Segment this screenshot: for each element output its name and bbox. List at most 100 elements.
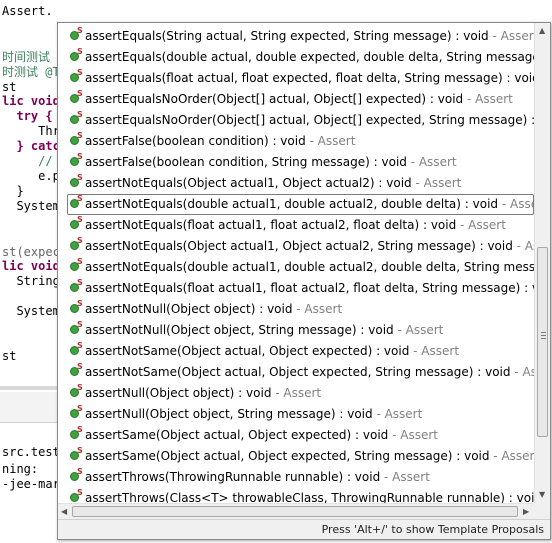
method-signature: assertThrows(ThrowingRunnable runnable) … (85, 470, 381, 484)
proposal-text: assertThrows(ThrowingRunnable runnable) … (85, 467, 430, 488)
proposal-item[interactable]: SassertFalse(boolean condition) : void -… (58, 131, 534, 152)
proposal-text: assertFalse(boolean condition, String me… (85, 152, 457, 173)
proposal-item[interactable]: SassertNotSame(Object actual, Object exp… (58, 362, 534, 383)
method-signature: assertEquals(double actual, double expec… (85, 50, 534, 64)
declaring-class: - Assert (388, 428, 439, 442)
grip-line (541, 338, 546, 339)
proposal-text: assertNull(Object object) : void - Asser… (85, 383, 321, 404)
code-line: Assert. (2, 4, 53, 18)
proposal-item[interactable]: SassertEquals(String actual, String expe… (58, 26, 534, 47)
declaring-class: - Assert (501, 197, 534, 211)
static-marker-icon: S (77, 26, 83, 35)
proposal-text: assertEquals(String actual, String expec… (85, 26, 534, 47)
scroll-corner (534, 503, 550, 519)
proposal-item[interactable]: SassertEqualsNoOrder(Object[] actual, Ob… (58, 110, 534, 131)
method-signature: assertEquals(String actual, String expec… (85, 29, 489, 43)
proposal-text: assertEquals(double actual, double expec… (85, 47, 534, 68)
static-marker-icon: S (77, 152, 83, 161)
content-assist-popup[interactable]: SassertEquals(String actual, String expe… (57, 22, 551, 540)
proposal-item[interactable]: SassertSame(Object actual, Object expect… (58, 446, 534, 467)
scroll-down-arrow-icon[interactable]: ▼ (539, 491, 545, 499)
static-marker-icon: S (77, 467, 83, 476)
proposal-item[interactable]: SassertNull(Object object, String messag… (58, 404, 534, 425)
javadoc-tab[interactable] (0, 392, 60, 423)
proposal-item[interactable]: SassertSame(Object actual, Object expect… (58, 425, 534, 446)
code-line: String (2, 274, 60, 288)
proposal-text: assertNotEquals(float actual1, float act… (85, 278, 534, 299)
code-line: Thr (2, 124, 60, 138)
proposal-text: assertFalse(boolean condition) : void - … (85, 131, 355, 152)
proposal-item-selected[interactable]: SassertNotEquals(double actual1, double … (58, 194, 534, 215)
proposal-item[interactable]: SassertEqualsNoOrder(Object[] actual, Ob… (58, 89, 534, 110)
method-signature: assertEquals(float actual, float expecte… (85, 71, 534, 85)
declaring-class: - Assert (393, 323, 444, 337)
template-proposals-hint: Press 'Alt+/' to show Template Proposals (321, 523, 544, 536)
method-signature: assertThrows(Class<T> throwableClass, Th… (85, 491, 534, 503)
editor-divider (0, 386, 60, 390)
proposal-text: assertNotEquals(double actual1, double a… (85, 194, 534, 215)
static-marker-icon: S (77, 446, 83, 455)
declaring-class: - Assert (271, 386, 322, 400)
method-signature: assertNotEquals(float actual1, float act… (85, 218, 457, 232)
vertical-scrollbar[interactable]: ▲ ▼ (534, 23, 550, 503)
proposal-text: assertNotSame(Object actual, Object expe… (85, 362, 534, 383)
declaring-class: - Assert (406, 155, 457, 169)
static-marker-icon: S (77, 110, 83, 119)
proposal-item[interactable]: SassertThrows(Class<T> throwableClass, T… (58, 488, 534, 503)
code-line: st(expec (2, 245, 60, 259)
static-marker-icon: S (77, 341, 83, 350)
proposal-item[interactable]: SassertFalse(boolean condition, String m… (58, 152, 534, 173)
declaring-class: - Assert (456, 218, 506, 232)
declaring-class: - Assert (488, 29, 534, 43)
proposal-text: assertEqualsNoOrder(Object[] actual, Obj… (85, 89, 513, 110)
proposal-item[interactable]: SassertNotEquals(Object actual1, Object … (58, 173, 534, 194)
proposal-item[interactable]: SassertNotEquals(float actual1, float ac… (58, 215, 534, 236)
method-signature: assertSame(Object actual, Object expecte… (85, 449, 490, 463)
proposal-item[interactable]: SassertNotEquals(Object actual1, Object … (58, 236, 534, 257)
code-line: st (2, 80, 17, 94)
method-signature: assertFalse(boolean condition, String me… (85, 155, 407, 169)
proposal-item[interactable]: SassertNotEquals(double actual1, double … (58, 257, 534, 278)
proposal-item[interactable]: SassertEquals(double actual, double expe… (58, 47, 534, 68)
proposal-list[interactable]: SassertEquals(String actual, String expe… (58, 23, 534, 503)
method-signature: assertFalse(boolean condition) : void (85, 134, 306, 148)
proposal-item[interactable]: SassertNotEquals(float actual1, float ac… (58, 278, 534, 299)
vertical-scroll-thumb[interactable] (537, 247, 548, 437)
static-marker-icon: S (77, 215, 83, 224)
proposal-item[interactable]: SassertNull(Object object) : void - Asse… (58, 383, 534, 404)
declaring-class: - Assert (516, 239, 534, 253)
proposal-text: assertSame(Object actual, Object expecte… (85, 425, 438, 446)
method-signature: assertSame(Object actual, Object expecte… (85, 428, 389, 442)
method-signature: assertNotEquals(double actual1, double a… (85, 197, 499, 211)
proposal-text: assertEquals(float actual, float expecte… (85, 68, 534, 89)
proposal-item[interactable]: SassertNotSame(Object actual, Object exp… (58, 341, 534, 362)
scroll-right-arrow-icon[interactable]: ▶ (523, 508, 529, 516)
method-signature: assertNotEquals(Object actual1, Object a… (85, 239, 513, 253)
horizontal-scrollbar[interactable]: ◀ ▶ (58, 503, 534, 519)
proposal-item[interactable]: SassertEquals(float actual, float expect… (58, 68, 534, 89)
proposal-item[interactable]: SassertNotNull(Object object, String mes… (58, 320, 534, 341)
code-line: lic void (2, 259, 60, 273)
scroll-left-arrow-icon[interactable]: ◀ (61, 508, 67, 516)
method-signature: assertNotSame(Object actual, Object expe… (85, 344, 410, 358)
scroll-up-arrow-icon[interactable]: ▲ (539, 27, 545, 35)
method-signature: assertNotNull(Object object, String mess… (85, 323, 394, 337)
proposal-item[interactable]: SassertThrows(ThrowingRunnable runnable)… (58, 467, 534, 488)
declaring-class: - Assert (411, 176, 462, 190)
horizontal-scroll-thumb[interactable] (72, 506, 518, 517)
static-marker-icon: S (77, 68, 83, 77)
static-marker-icon: S (77, 383, 83, 392)
static-marker-icon: S (77, 488, 83, 497)
declaring-class: - Assert (305, 134, 356, 148)
method-signature: assertNotNull(Object object) : void (85, 302, 293, 316)
method-signature: assertNull(Object object, String message… (85, 407, 373, 421)
code-line: e.p (2, 169, 60, 183)
proposal-text: assertNotNull(Object object, String mess… (85, 320, 443, 341)
code-line: -jee-mar (2, 477, 60, 491)
declaring-class: - Assert (380, 470, 430, 484)
proposal-text: assertNotEquals(Object actual1, Object a… (85, 173, 461, 194)
proposal-text: assertNotEquals(Object actual1, Object a… (85, 236, 534, 257)
proposal-item[interactable]: SassertNotNull(Object object) : void - A… (58, 299, 534, 320)
proposal-text: assertNotSame(Object actual, Object expe… (85, 341, 459, 362)
code-line: } (2, 184, 24, 198)
